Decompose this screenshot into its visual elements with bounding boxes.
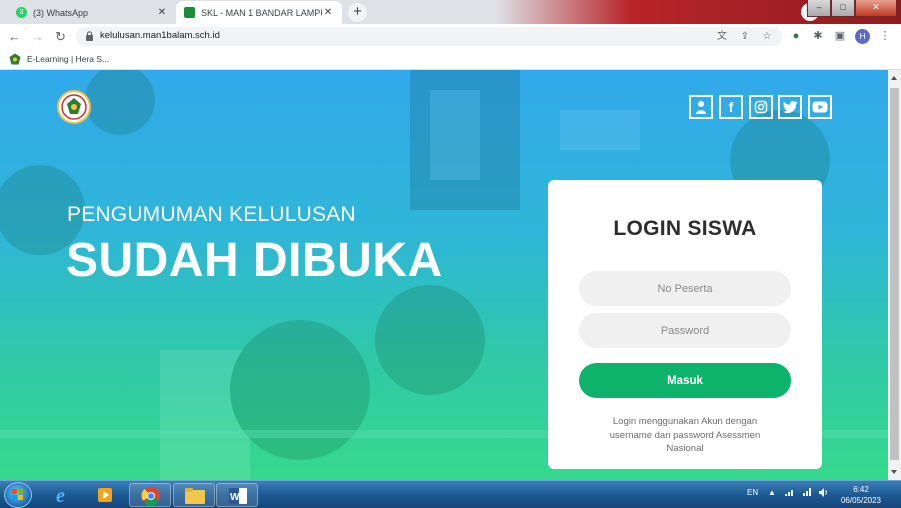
menu-kebab-icon[interactable]: ⋮ xyxy=(878,29,892,43)
taskbar-ie[interactable]: e xyxy=(42,483,84,507)
tab-skl[interactable]: SKL - MAN 1 BANDAR LAMPUNG ✕ xyxy=(176,1,342,24)
taskbar-media-player[interactable] xyxy=(85,483,127,507)
taskbar-word[interactable]: W xyxy=(216,483,258,507)
bookmarks-bar: E-Learning | Hera S... xyxy=(0,49,901,70)
school-favicon-icon xyxy=(9,53,21,65)
close-tab-icon[interactable]: ✕ xyxy=(156,7,168,18)
tab-title: SKL - MAN 1 BANDAR LAMPUNG xyxy=(201,7,322,18)
announcement-subtitle: PENGUMUMAN KELULUSAN xyxy=(67,203,356,226)
address-bar[interactable]: kelulusan.man1balam.sch.id 文 ⇪ ☆ xyxy=(76,27,782,46)
masuk-button[interactable]: Masuk xyxy=(579,363,791,398)
profile-avatar[interactable]: H xyxy=(855,29,870,44)
system-clock[interactable]: 6:42 06/05/2023 xyxy=(836,484,886,506)
instagram-icon[interactable] xyxy=(749,95,773,119)
no-peserta-input[interactable] xyxy=(579,271,791,306)
windows-taskbar: e W EN ▲ 6:42 06/05/2023 xyxy=(0,480,901,508)
window-controls: – □ ✕ xyxy=(807,0,897,17)
login-note: Login menggunakan Akun dengan username d… xyxy=(609,416,761,454)
tab-whatsapp[interactable]: 3 (3) WhatsApp ✕ xyxy=(8,1,176,24)
word-icon: W xyxy=(229,488,247,504)
scroll-up-icon[interactable] xyxy=(891,76,897,80)
svg-text:e: e xyxy=(56,485,65,507)
twitter-icon[interactable] xyxy=(778,95,802,119)
tab-title: (3) WhatsApp xyxy=(33,7,89,18)
lock-icon xyxy=(86,31,93,41)
bookmark-item[interactable]: E-Learning | Hera S... xyxy=(9,53,109,65)
facebook-icon[interactable]: f xyxy=(719,95,743,119)
translate-icon[interactable]: 文 xyxy=(716,32,728,42)
chrome-icon xyxy=(141,487,160,507)
school-logo[interactable] xyxy=(57,90,91,124)
language-indicator[interactable]: EN xyxy=(747,488,758,497)
login-title: LOGIN SISWA xyxy=(613,217,757,240)
announcement-title: SUDAH DIBUKA xyxy=(66,234,443,287)
user-icon[interactable] xyxy=(689,95,713,119)
internet-explorer-icon: e xyxy=(56,485,65,507)
media-player-icon xyxy=(98,488,112,502)
taskbar-explorer[interactable] xyxy=(173,483,215,507)
page-scrollbar[interactable] xyxy=(888,70,901,480)
side-panel-icon[interactable]: ▣ xyxy=(833,29,847,43)
signal-icon[interactable] xyxy=(803,488,813,498)
network-icon[interactable] xyxy=(785,488,795,498)
svg-text:W: W xyxy=(230,492,240,503)
folder-icon xyxy=(185,488,205,504)
bookmark-label: E-Learning | Hera S... xyxy=(27,54,110,64)
minimize-button[interactable]: – xyxy=(807,0,831,17)
school-favicon-icon xyxy=(184,7,195,18)
school-emblem-icon xyxy=(61,94,87,120)
forward-icon[interactable]: → xyxy=(29,28,46,45)
clock-time: 6:42 xyxy=(853,485,869,494)
scroll-down-icon[interactable] xyxy=(891,470,897,474)
close-tab-icon[interactable]: ✕ xyxy=(322,7,334,18)
windows-logo-icon xyxy=(12,489,23,500)
start-button[interactable] xyxy=(4,482,32,508)
browser-toolbar: ← → ↻ kelulusan.man1balam.sch.id 文 ⇪ ☆ ●… xyxy=(0,24,901,49)
extension-icon[interactable]: ● xyxy=(789,29,803,43)
volume-icon[interactable] xyxy=(819,488,829,499)
maximize-button[interactable]: □ xyxy=(831,0,855,17)
reload-icon[interactable]: ↻ xyxy=(52,28,69,45)
clock-date: 06/05/2023 xyxy=(840,496,882,505)
new-tab-button[interactable]: + xyxy=(348,3,367,22)
url-text: kelulusan.man1balam.sch.id xyxy=(100,30,220,41)
close-window-button[interactable]: ✕ xyxy=(855,0,897,17)
tray-expand-icon[interactable]: ▲ xyxy=(768,488,776,497)
bookmark-star-icon[interactable]: ☆ xyxy=(761,32,773,42)
password-input[interactable] xyxy=(579,313,791,348)
whatsapp-icon: 3 xyxy=(16,7,27,18)
taskbar-chrome[interactable] xyxy=(129,483,171,507)
youtube-icon[interactable] xyxy=(808,95,832,119)
extensions-puzzle-icon[interactable]: ✱ xyxy=(811,29,825,43)
scrollbar-thumb[interactable] xyxy=(890,88,899,460)
back-icon[interactable]: ← xyxy=(6,28,23,45)
share-icon[interactable]: ⇪ xyxy=(739,32,751,42)
login-card: LOGIN SISWA Masuk Login menggunakan Akun… xyxy=(548,180,822,469)
browser-tab-bar: 3 (3) WhatsApp ✕ SKL - MAN 1 BANDAR LAMP… xyxy=(0,0,901,24)
page-hero: f PENGUMUMAN KELULUSAN SUDAH DIBUKA LOGI… xyxy=(0,70,888,480)
